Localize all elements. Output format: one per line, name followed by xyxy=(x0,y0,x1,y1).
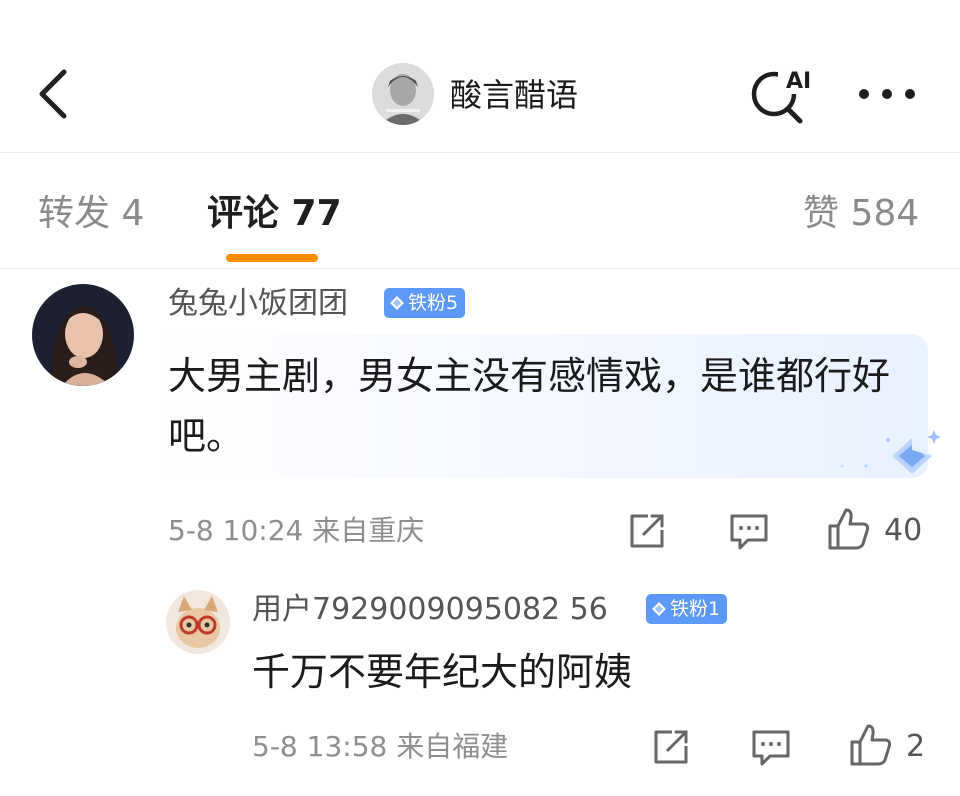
reply-like-icon[interactable] xyxy=(848,722,894,768)
reply-fan-badge-label: 铁粉1 xyxy=(670,598,721,620)
comment-text: 大男主剧，男女主没有感情戏，是谁都行好吧。 xyxy=(168,354,891,458)
svg-text:AI: AI xyxy=(786,69,811,94)
reply-comment-icon[interactable] xyxy=(750,726,792,768)
like-icon[interactable] xyxy=(826,506,872,552)
share-icon[interactable] xyxy=(626,510,668,552)
fan-badge-label: 铁粉5 xyxy=(408,292,459,314)
reply-location: 来自福建 xyxy=(396,730,509,763)
reply-like-count: 2 xyxy=(906,729,926,764)
fan-badge: 铁粉5 xyxy=(384,288,466,318)
comment-icon[interactable] xyxy=(728,510,770,552)
comment-time: 5-8 10:24 xyxy=(168,514,304,547)
reply-text: 千万不要年纪大的阿姨 xyxy=(252,650,633,694)
reply-fan-badge: 铁粉1 xyxy=(646,594,728,624)
page-title: 酸言醋语 xyxy=(450,76,579,114)
tab-likes[interactable]: 赞 584 xyxy=(803,190,919,238)
active-tab-indicator xyxy=(226,254,318,262)
diamond-decoration-icon xyxy=(840,430,941,474)
header-divider xyxy=(0,152,960,153)
tab-comments[interactable]: 评论 77 xyxy=(207,190,342,238)
reply-time: 5-8 13:58 xyxy=(252,730,388,763)
commenter-name[interactable]: 兔兔小饭团团 xyxy=(168,284,348,324)
tabs-divider xyxy=(0,268,960,269)
reply-meta: 5-8 13:58 来自福建 xyxy=(252,728,508,766)
more-icon[interactable] xyxy=(856,80,918,108)
reply-share-icon[interactable] xyxy=(650,726,692,768)
bottom-fade xyxy=(0,772,960,796)
reply-avatar[interactable] xyxy=(166,590,230,654)
comment-location: 来自重庆 xyxy=(312,514,425,547)
author-avatar[interactable] xyxy=(372,63,434,125)
like-count: 40 xyxy=(884,513,923,548)
commenter-avatar[interactable] xyxy=(32,284,134,386)
diamond-icon xyxy=(390,296,404,310)
comment-meta: 5-8 10:24 来自重庆 xyxy=(168,512,424,550)
reply-user-name[interactable]: 用户7929009095082 56 xyxy=(252,590,608,630)
diamond-icon xyxy=(652,602,666,616)
ai-search-icon[interactable]: AI xyxy=(748,62,816,124)
back-arrow-icon[interactable] xyxy=(34,66,74,122)
tab-reposts[interactable]: 转发 4 xyxy=(38,190,144,238)
